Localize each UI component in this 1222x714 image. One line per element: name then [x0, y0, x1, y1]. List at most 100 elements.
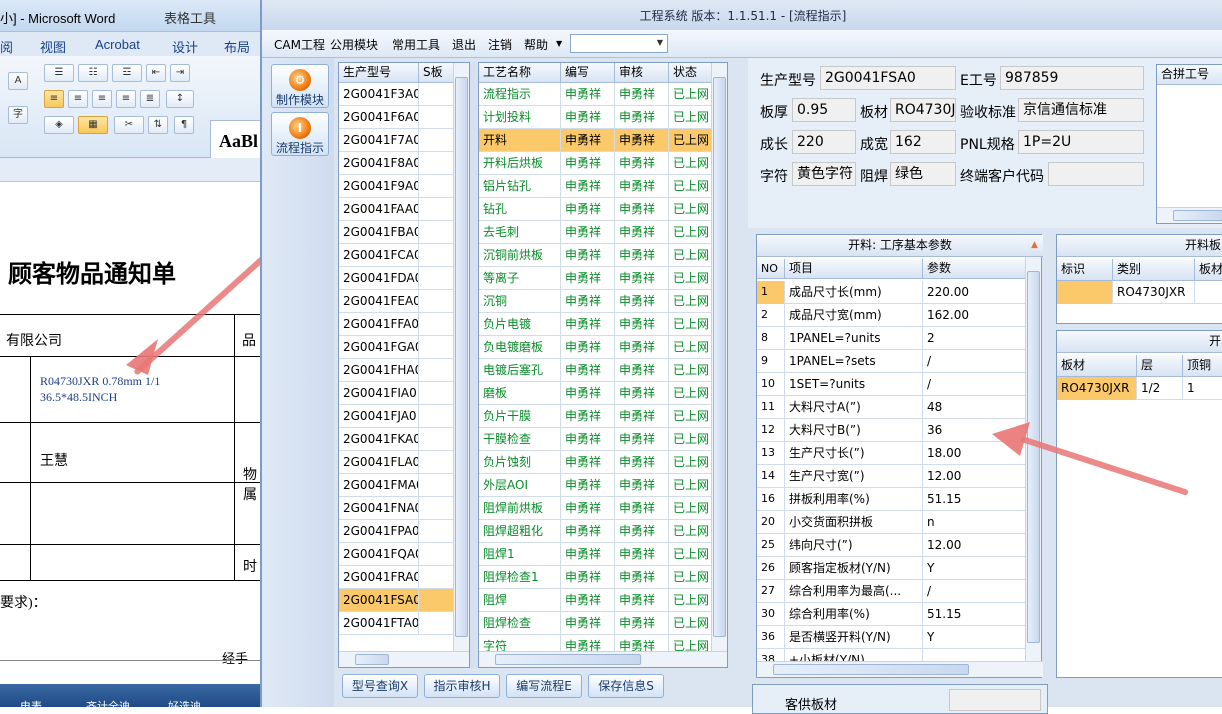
font-color-icon[interactable]: 字: [8, 106, 28, 124]
col-s-board[interactable]: S板: [419, 63, 454, 83]
table-row[interactable]: 38 +小板材(Y/N): [757, 649, 1027, 661]
table-row[interactable]: 12 大料尺寸B(”) 36: [757, 419, 1027, 442]
mask-field[interactable]: 绿色: [890, 162, 956, 186]
nav-make-module[interactable]: ⚙ 制作模块: [271, 64, 329, 108]
merge-hscroll[interactable]: [1157, 207, 1222, 223]
tools-icon[interactable]: ✂: [114, 116, 144, 134]
table-row[interactable]: 10 1SET=?units /: [757, 373, 1027, 396]
menu-logout[interactable]: 注销: [488, 36, 512, 53]
word-tab-acrobat[interactable]: Acrobat: [95, 37, 140, 52]
accept-field[interactable]: 京信通信标准: [1018, 98, 1144, 122]
table-row[interactable]: 2G0041FCA0: [339, 244, 454, 267]
table-row[interactable]: 36 是否横竖开料(Y/N) Y: [757, 626, 1027, 649]
scroll-thumb[interactable]: [713, 77, 726, 637]
align-right-icon[interactable]: ≡: [92, 90, 112, 108]
scroll-thumb[interactable]: [1173, 210, 1222, 221]
review-instruction-button[interactable]: 指示审核H: [424, 674, 500, 698]
bullets-icon[interactable]: ☰: [44, 64, 74, 82]
emp-field[interactable]: 987859: [1000, 66, 1144, 90]
align-left-icon[interactable]: ≡: [44, 90, 64, 108]
table-row[interactable]: 去毛刺 申勇祥 申勇祥 已上网: [479, 221, 713, 244]
merge-header[interactable]: 合拼工号: [1157, 65, 1222, 85]
write-flow-button[interactable]: 编写流程E: [506, 674, 582, 698]
table-row[interactable]: 阻焊1 申勇祥 申勇祥 已上网: [479, 543, 713, 566]
table-row[interactable]: 20 小交货面积拼板 n: [757, 511, 1027, 534]
multilevel-list-icon[interactable]: ☲: [112, 64, 142, 82]
table-row[interactable]: 计划投料 申勇祥 申勇祥 已上网: [479, 106, 713, 129]
table-row[interactable]: 25 纬向尺寸(”) 12.00: [757, 534, 1027, 557]
table-row[interactable]: 2G0041FNA0: [339, 497, 454, 520]
panel-pin-icon[interactable]: ▲: [1031, 240, 1038, 250]
scroll-thumb[interactable]: [495, 654, 641, 665]
menu-common-tools[interactable]: 常用工具: [392, 36, 440, 53]
table-row[interactable]: 1 成品尺寸长(mm) 220.00: [757, 281, 1027, 304]
table-row[interactable]: 27 综合利用率为最高(... /: [757, 580, 1027, 603]
table-row[interactable]: 2G0041FRA0: [339, 566, 454, 589]
table-row[interactable]: 8 1PANEL=?units 2: [757, 327, 1027, 350]
menu-common-modules[interactable]: 公用模块: [330, 36, 378, 53]
col-status[interactable]: 状态: [669, 63, 713, 83]
table-row[interactable]: 2G0041FLA0: [339, 451, 454, 474]
width-field[interactable]: 162: [890, 130, 956, 154]
col-top-copper[interactable]: 顶铜: [1183, 355, 1222, 377]
col-writer[interactable]: 编写: [561, 63, 615, 83]
table-row[interactable]: 2G0041FIA0: [339, 382, 454, 405]
table-row[interactable]: 2G0041F9A0: [339, 175, 454, 198]
table-row[interactable]: 2G0041FGA0: [339, 336, 454, 359]
supply-field[interactable]: [949, 689, 1041, 711]
table-row[interactable]: 2G0041F6A0: [339, 106, 454, 129]
table-row[interactable]: 电镀后塞孔 申勇祥 申勇祥 已上网: [479, 359, 713, 382]
table-row[interactable]: 2G0041F7A0: [339, 129, 454, 152]
table-row[interactable]: 2G0041FDA0: [339, 267, 454, 290]
table-row[interactable]: 2G0041FAA0: [339, 198, 454, 221]
nav-flow-instruction[interactable]: Ⅰ 流程指示: [271, 112, 329, 156]
table-row[interactable]: 2G0041FFA0: [339, 313, 454, 336]
table-row[interactable]: 负片蚀刻 申勇祥 申勇祥 已上网: [479, 451, 713, 474]
process-vscroll[interactable]: [711, 63, 727, 653]
col-board[interactable]: 板材: [1057, 355, 1137, 377]
table-row[interactable]: 26 顾客指定板材(Y/N) Y: [757, 557, 1027, 580]
table-row[interactable]: 开料后烘板 申勇祥 申勇祥 已上网: [479, 152, 713, 175]
menu-exit[interactable]: 退出: [452, 36, 476, 53]
menu-cam[interactable]: CAM工程: [274, 36, 325, 53]
table-row[interactable]: 负片电镀 申勇祥 申勇祥 已上网: [479, 313, 713, 336]
table-row[interactable]: RO4730JXR 1/2 1: [1057, 377, 1222, 400]
col-model[interactable]: 生产型号: [339, 63, 419, 83]
table-row[interactable]: 2G0041F8A0: [339, 152, 454, 175]
table-row[interactable]: 11 大料尺寸A(”) 48: [757, 396, 1027, 419]
table-row[interactable]: 16 拼板利用率(%) 51.15: [757, 488, 1027, 511]
table-row[interactable]: 阻焊超粗化 申勇祥 申勇祥 已上网: [479, 520, 713, 543]
scroll-thumb[interactable]: [355, 654, 389, 665]
distribute-icon[interactable]: ≣: [140, 90, 160, 108]
customer-code-field[interactable]: [1048, 162, 1144, 186]
sort-icon[interactable]: ⇅: [148, 116, 168, 134]
params-vscroll[interactable]: [1025, 257, 1041, 663]
table-row[interactable]: 13 生产尺寸长(”) 18.00: [757, 442, 1027, 465]
table-row[interactable]: 流程指示 申勇祥 申勇祥 已上网: [479, 83, 713, 106]
save-info-button[interactable]: 保存信息S: [588, 674, 664, 698]
table-row[interactable]: 2G0041FEA0: [339, 290, 454, 313]
align-center-icon[interactable]: ≡: [68, 90, 88, 108]
table-row[interactable]: 干膜检查 申勇祥 申勇祥 已上网: [479, 428, 713, 451]
taskbar-item[interactable]: 齐计全迪: [86, 698, 130, 707]
menu-help[interactable]: 帮助: [524, 36, 548, 53]
scroll-thumb[interactable]: [455, 77, 468, 637]
length-field[interactable]: 220: [792, 130, 856, 154]
model-hscroll[interactable]: [339, 651, 469, 667]
word-tab-design[interactable]: 设计: [172, 37, 198, 56]
table-row[interactable]: 2G0041FTA0: [339, 612, 454, 635]
col-tag[interactable]: 标识: [1057, 259, 1113, 281]
font-shrink-icon[interactable]: A: [8, 72, 28, 90]
table-row[interactable]: 2G0041FPA0: [339, 520, 454, 543]
col-board[interactable]: 板材: [1195, 259, 1222, 281]
table-row[interactable]: 磨板 申勇祥 申勇祥 已上网: [479, 382, 713, 405]
table-row[interactable]: 外层AOI 申勇祥 申勇祥 已上网: [479, 474, 713, 497]
col-reviewer[interactable]: 审核: [615, 63, 669, 83]
table-row[interactable]: 2G0041FKA0: [339, 428, 454, 451]
show-marks-icon[interactable]: ¶: [174, 116, 194, 134]
board-field[interactable]: RO4730J: [890, 98, 956, 122]
table-row[interactable]: 阻焊检查 申勇祥 申勇祥 已上网: [479, 612, 713, 635]
line-spacing-icon[interactable]: ↕: [166, 90, 194, 108]
col-layer[interactable]: 层: [1137, 355, 1183, 377]
col-no[interactable]: NO: [757, 259, 785, 279]
